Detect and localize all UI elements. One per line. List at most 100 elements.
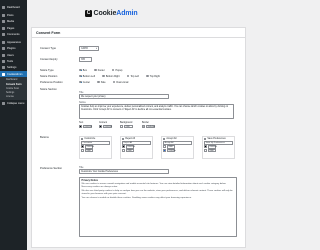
color-swatch[interactable] [99, 124, 102, 128]
wrench-icon [2, 60, 5, 64]
sidebar-item-label: Settings [7, 66, 17, 70]
cookie-icon [2, 72, 5, 76]
consent-form-panel: Consent Form Consent Type GDPR ▾ Consent … [31, 27, 246, 248]
radio-popup[interactable]: Popup [111, 69, 122, 72]
color-border-group: Border #b4b4b4 [142, 122, 155, 129]
panel-title: Consent Form [32, 28, 245, 38]
color-swatch[interactable] [79, 124, 82, 128]
button-accept-config: Accept All Accept All #ffffff #1863dc [161, 136, 194, 159]
radio-footer[interactable]: Footer [93, 69, 105, 72]
sidebar-item-label: Comments [7, 32, 20, 36]
radio-down-gnal[interactable]: Down-Gnal [112, 81, 128, 84]
sidebar-item-label: Plugins [7, 47, 16, 51]
color-text-input[interactable]: #000000 [82, 124, 92, 129]
user-icon [2, 53, 5, 57]
sidebar-item-label: Pages [7, 26, 15, 30]
notice-title-input[interactable]: We respect your privacy [79, 94, 169, 99]
color-background-label: Background [120, 122, 133, 124]
preference-title-input[interactable]: Customize Your Cookie Preferences [79, 169, 169, 174]
color-swatch[interactable] [204, 145, 207, 149]
color-swatch[interactable] [163, 145, 166, 149]
settings-icon [2, 66, 5, 70]
collapse-label: Collapse menu [7, 101, 25, 105]
notice-position-options: Bottom Left Bottom Right Top Left Top Ri… [79, 75, 167, 78]
color-content-label: Content [99, 122, 108, 124]
notice-body-textarea[interactable]: Cookies help us improve your experience,… [79, 104, 234, 119]
page-icon [2, 26, 5, 30]
radio-bottom-left[interactable]: Bottom Left [79, 75, 95, 78]
dashboard-icon [2, 5, 5, 9]
checkbox[interactable] [81, 137, 84, 141]
bg-color-input[interactable]: #ffffff [125, 148, 134, 153]
sidebar-item-label: Media [7, 20, 15, 24]
bg-color-input[interactable]: #1863dc [166, 148, 176, 153]
consent-type-label: Consent Type [40, 47, 56, 50]
color-text-group: Text #000000 [79, 122, 92, 129]
sidebar-item-label: Dashboard [7, 5, 20, 9]
cookieadmin-submenu: Dashboard Consent Form Cookie Scan Setti… [0, 77, 27, 101]
sidebar-item-label: Tools [7, 60, 14, 64]
checkbox[interactable] [163, 137, 166, 141]
consent-type-select[interactable]: GDPR ▾ [79, 46, 99, 51]
checkbox[interactable] [204, 137, 207, 141]
collapse-menu-button[interactable]: Collapse menu [0, 100, 27, 106]
logo-text: CookieAdmin [93, 10, 138, 17]
button-customize-config: Customize Customize #000000 #ffffff [79, 136, 112, 159]
color-swatch[interactable] [81, 149, 84, 153]
cookieadmin-logo: C CookieAdmin [85, 10, 138, 17]
color-content-group: Content #000000 [99, 122, 112, 129]
radio-side[interactable]: Side [96, 81, 106, 84]
checkbox[interactable] [122, 137, 125, 141]
color-background-input[interactable]: #ffffff [123, 124, 133, 129]
sidebar-item-label: Users [7, 53, 14, 57]
media-icon [2, 20, 5, 24]
notice-type-options: Box Footer Popup [79, 69, 129, 72]
preference-position-label: Preference Position [40, 81, 63, 84]
preference-body-paragraph: We use cookies to ensure smooth navigati… [81, 182, 227, 188]
chevron-down-icon: ▾ [95, 47, 97, 50]
color-swatch[interactable] [81, 145, 84, 149]
preference-body-paragraph: We also use third-party cookies to help … [81, 189, 233, 195]
sidebar-item-label: Posts [7, 13, 14, 17]
button-reject-config: Reject All Reject All #000000 #ffffff [120, 136, 153, 159]
color-swatch[interactable] [122, 149, 125, 153]
color-swatch[interactable] [122, 145, 125, 149]
sidebar-item-label: Appearance [7, 41, 21, 45]
color-border-label: Border [142, 122, 149, 124]
radio-box[interactable]: Box [79, 69, 87, 72]
notice-type-label: Notice Type [40, 69, 54, 72]
preference-position-options: Center Side Down-Gnal [79, 81, 135, 84]
notice-position-label: Notice Position [40, 75, 58, 78]
plugin-icon [2, 47, 5, 51]
admin-sidebar: Dashboard Posts Media Pages Comments App… [0, 0, 27, 250]
preference-body-editor[interactable]: Privacy Notice We use cookies to ensure … [79, 177, 237, 237]
notice-section-label: Notice Section [40, 88, 57, 91]
radio-bottom-right[interactable]: Bottom Right [102, 75, 120, 78]
pin-icon [2, 13, 5, 17]
button-save-config: Save Preferences Save My Preferences #00… [202, 136, 235, 159]
color-background-group: Background #ffffff [120, 122, 133, 129]
submenu-item-license[interactable]: License [0, 95, 27, 99]
color-swatch[interactable] [204, 149, 207, 153]
brush-icon [2, 41, 5, 45]
preference-body-paragraph: You can choose to enable or disable thes… [81, 197, 192, 200]
cookie-logo-icon: C [85, 10, 92, 17]
preference-section-label: Preference Section [40, 167, 63, 170]
bg-color-input[interactable]: #ffffff [84, 148, 93, 153]
preference-body-heading: Privacy Notice [81, 178, 98, 182]
color-swatch[interactable] [142, 124, 145, 128]
comment-icon [2, 32, 5, 36]
consent-expiry-label: Consent Expiry [40, 58, 58, 61]
radio-center[interactable]: Center [79, 81, 90, 84]
color-content-input[interactable]: #000000 [102, 124, 112, 129]
color-border-input[interactable]: #b4b4b4 [145, 124, 155, 129]
radio-top-left[interactable]: Top Left [126, 75, 139, 78]
color-swatch[interactable] [163, 149, 166, 153]
bg-color-input[interactable]: #ffffff [207, 148, 216, 153]
collapse-icon [2, 101, 5, 105]
color-swatch[interactable] [120, 124, 123, 128]
consent-expiry-input[interactable]: 365 [79, 57, 92, 62]
radio-top-right[interactable]: Top Right [145, 75, 160, 78]
sidebar-item-label: CookieAdmin [7, 72, 23, 76]
buttons-label: Buttons [40, 136, 49, 139]
